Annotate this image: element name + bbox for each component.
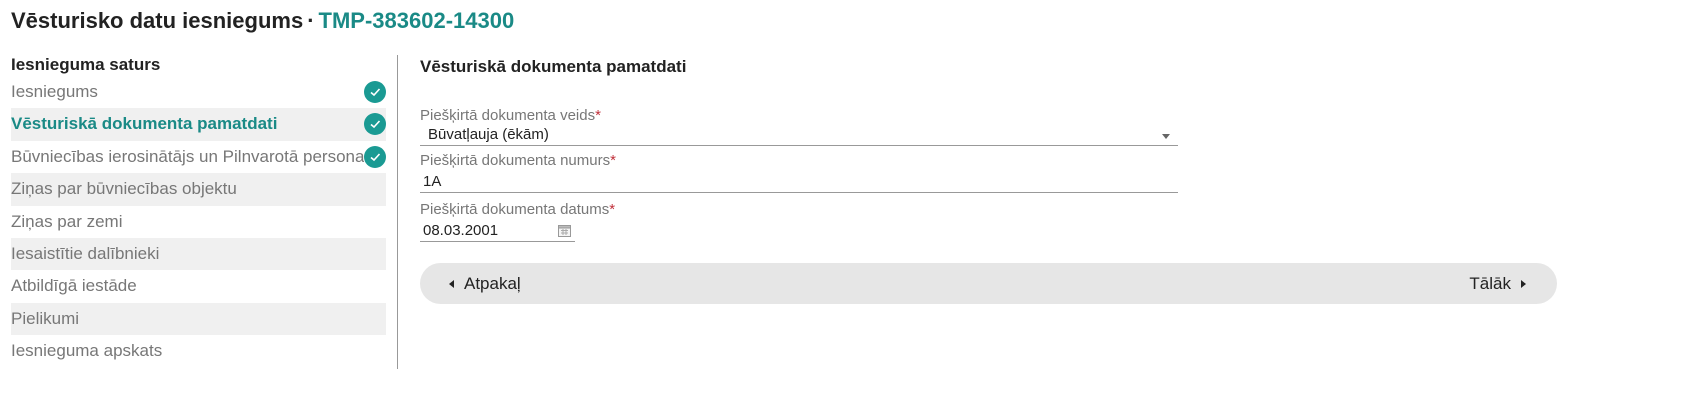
next-label: Tālāk [1469, 274, 1511, 293]
vertical-divider [397, 55, 398, 369]
required-mark: * [609, 201, 616, 218]
field-label: Piešķirtā dokumenta numurs* [420, 152, 1558, 170]
main-content: Vēsturiskā dokumenta pamatdati Piešķirtā… [420, 55, 1558, 242]
doc-number-value: 1A [423, 173, 442, 190]
sidebar-item-iestade[interactable]: Atbildīgā iestāde [11, 270, 386, 302]
back-label: Atpakaļ [464, 274, 521, 293]
reference-number: TMP-383602-14300 [318, 8, 515, 33]
sidebar-item-label: Pielikumi [11, 308, 80, 328]
sidebar-item-label: Ziņas par būvniecības objektu [11, 179, 237, 199]
sidebar-item-apskats[interactable]: Iesnieguma apskats [11, 335, 386, 367]
sidebar-item-iesniegums[interactable]: Iesniegums [11, 76, 386, 108]
sidebar-item-pamatdati[interactable]: Vēsturiskā dokumenta pamatdati [11, 108, 386, 141]
section-title: Vēsturiskā dokumenta pamatdati [420, 57, 687, 76]
sidebar: Iesnieguma saturs Iesniegums Vēsturiskā … [11, 53, 386, 368]
check-circle-icon [364, 81, 386, 103]
caret-right-icon [1521, 279, 1526, 288]
doc-date-input[interactable]: 08.03.2001 [420, 221, 575, 242]
step-navigation-bar: Atpakaļ Tālāk [420, 263, 1557, 304]
next-button[interactable]: Tālāk [1469, 263, 1526, 304]
doc-date-label: Piešķirtā dokumenta datums [420, 201, 610, 218]
sidebar-item-label: Iesniegums [11, 82, 98, 101]
doc-number-input[interactable]: 1A [420, 172, 1178, 193]
doc-date-value: 08.03.2001 [423, 222, 499, 239]
sidebar-item-label: Būvniecības ierosinātājs un Pilnvarotā p… [11, 146, 365, 166]
title-separator: · [307, 8, 315, 33]
doc-date-field: Piešķirtā dokumenta datums* 08.03.2001 [420, 201, 1558, 242]
page-title: Vēsturisko datu iesniegums · TMP-383602-14… [11, 8, 514, 34]
sidebar-item-label: Vēsturiskā dokumenta pamatdati [11, 114, 278, 134]
sidebar-item-label: Iesaistītie dalībnieki [11, 243, 160, 263]
sidebar-item-dalibnieki[interactable]: Iesaistītie dalībnieki [11, 237, 386, 271]
sidebar-item-pielikumi[interactable]: Pielikumi [11, 302, 386, 336]
page-title-text: Vēsturisko datu iesniegums [11, 8, 304, 33]
field-label: Piešķirtā dokumenta datums* [420, 201, 1558, 219]
back-button[interactable]: Atpakaļ [449, 263, 521, 304]
doc-type-select[interactable]: Būvatļauja (ēkām) [420, 125, 1178, 146]
sidebar-item-label: Iesnieguma apskats [11, 341, 163, 361]
sidebar-item-label: Atbildīgā iestāde [11, 276, 137, 296]
sidebar-item-label: Ziņas par zemi [11, 211, 123, 231]
check-circle-icon [364, 145, 386, 168]
doc-type-field: Piešķirtā dokumenta veids* Būvatļauja (ē… [420, 107, 1558, 146]
chevron-down-icon[interactable] [1162, 134, 1170, 139]
required-mark: * [595, 107, 601, 124]
sidebar-item-ierosinatajs[interactable]: Būvniecības ierosinātājs un Pilnvarotā p… [11, 141, 386, 173]
check-circle-icon [364, 113, 386, 136]
doc-type-value: Būvatļauja (ēkām) [428, 126, 549, 143]
sidebar-heading: Iesnieguma saturs [11, 55, 161, 74]
calendar-icon[interactable] [558, 224, 571, 242]
doc-type-label: Piešķirtā dokumenta veids [420, 107, 596, 124]
sidebar-item-zeme[interactable]: Ziņas par zemi [11, 206, 386, 238]
caret-left-icon [449, 279, 454, 288]
sidebar-item-objekts[interactable]: Ziņas par būvniecības objektu [11, 173, 386, 206]
doc-number-label: Piešķirtā dokumenta numurs [420, 152, 611, 169]
field-label: Piešķirtā dokumenta veids* [420, 107, 1558, 125]
required-mark: * [610, 152, 616, 169]
doc-number-field: Piešķirtā dokumenta numurs* 1A [420, 152, 1558, 193]
